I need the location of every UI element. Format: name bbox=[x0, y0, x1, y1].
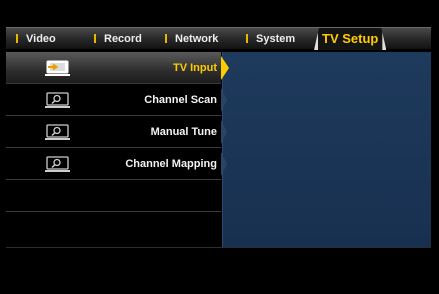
tab-tv-setup[interactable]: TV Setup bbox=[314, 28, 386, 50]
menu-empty-row bbox=[6, 212, 221, 247]
tab-label: System bbox=[256, 33, 296, 45]
menu-item-channel-scan[interactable]: Channel Scan bbox=[6, 84, 221, 116]
menu-empty-row bbox=[6, 180, 221, 212]
tv-input-icon bbox=[45, 60, 70, 76]
tab-label: Network bbox=[175, 33, 219, 45]
tab-separator bbox=[246, 34, 248, 43]
menu-item-label: Manual Tune bbox=[150, 126, 217, 138]
tab-label: Record bbox=[104, 33, 142, 45]
tab-separator bbox=[16, 34, 18, 43]
tab-separator bbox=[165, 34, 167, 43]
divider bbox=[6, 247, 431, 248]
menu-item-tv-input[interactable]: TV Input bbox=[6, 52, 221, 84]
item-arrow-icon bbox=[221, 120, 227, 144]
item-arrow-icon bbox=[221, 88, 227, 112]
menu-item-label: TV Input bbox=[173, 62, 217, 74]
tab-record[interactable]: Record bbox=[94, 28, 142, 50]
menu-item-label: Channel Mapping bbox=[125, 158, 217, 170]
tab-bar: Video Record Network System TV Setup bbox=[6, 27, 431, 50]
detail-panel bbox=[222, 52, 431, 247]
tab-video[interactable]: Video bbox=[16, 28, 56, 50]
item-arrow-icon bbox=[221, 152, 227, 176]
tab-network[interactable]: Network bbox=[165, 28, 218, 50]
search-tv-icon bbox=[45, 92, 70, 108]
tab-label: TV Setup bbox=[322, 31, 379, 46]
tab-label: Video bbox=[26, 33, 56, 45]
tab-separator bbox=[94, 34, 96, 43]
menu-item-channel-mapping[interactable]: Channel Mapping bbox=[6, 148, 221, 180]
menu-item-label: Channel Scan bbox=[144, 94, 217, 106]
settings-menu: TV Input Channel Scan Manual Tune Channe… bbox=[6, 52, 221, 247]
search-tv-icon bbox=[45, 124, 70, 140]
selected-arrow-icon bbox=[221, 56, 229, 80]
menu-item-manual-tune[interactable]: Manual Tune bbox=[6, 116, 221, 148]
search-tv-icon bbox=[45, 156, 70, 172]
tab-system[interactable]: System bbox=[246, 28, 295, 50]
